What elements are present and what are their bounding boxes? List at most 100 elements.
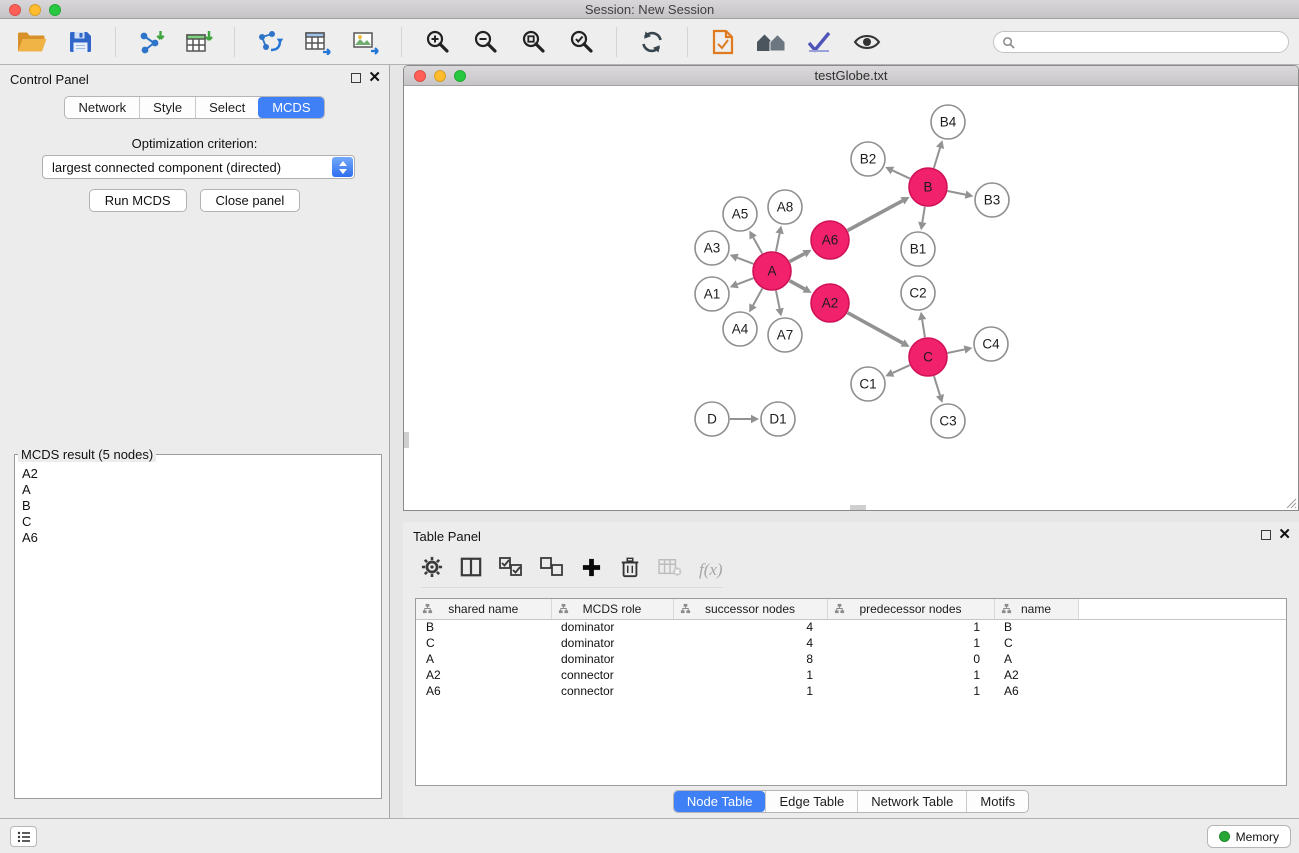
network-zoom-button[interactable] <box>454 70 466 82</box>
table-cell[interactable]: 1 <box>827 683 994 699</box>
export-image-button[interactable] <box>348 25 384 59</box>
table-cell[interactable]: B <box>994 619 1078 635</box>
network-canvas[interactable]: B4B2BB3A5A8A6B1A3AC2A1A2A4A7C4CC1C3DD1 <box>404 87 1298 510</box>
home-button[interactable] <box>753 25 789 59</box>
network-close-button[interactable] <box>414 70 426 82</box>
graph-node-B4[interactable]: B4 <box>931 105 965 139</box>
table-cell[interactable]: dominator <box>551 635 673 651</box>
graph-edge-C-C3[interactable] <box>934 376 940 395</box>
tab-network-table[interactable]: Network Table <box>857 791 966 812</box>
graph-node-D[interactable]: D <box>695 402 729 436</box>
graph-edge-B-B4[interactable] <box>934 148 940 168</box>
style-check-button[interactable] <box>801 25 837 59</box>
tab-mcds[interactable]: MCDS <box>258 97 323 118</box>
column-header-mcds-role[interactable]: MCDS role <box>551 599 673 619</box>
float-panel-button[interactable] <box>351 73 361 83</box>
mcds-result-item[interactable]: B <box>22 498 374 514</box>
table-cell[interactable]: connector <box>551 683 673 699</box>
column-header-successor-nodes[interactable]: successor nodes <box>673 599 827 619</box>
graph-edge-B-B1[interactable] <box>922 207 925 223</box>
graph-edge-A-A2[interactable] <box>790 281 805 289</box>
resize-corner-icon[interactable] <box>1285 497 1297 509</box>
close-panel-icon[interactable]: ✕ <box>368 69 381 87</box>
mcds-result-item[interactable]: A6 <box>22 530 374 546</box>
graph-node-B3[interactable]: B3 <box>975 183 1009 217</box>
table-row[interactable]: Bdominator41B <box>416 619 1286 635</box>
table-cell[interactable]: 8 <box>673 651 827 667</box>
close-table-panel-icon[interactable]: ✕ <box>1278 526 1291 544</box>
run-mcds-button[interactable]: Run MCDS <box>89 189 187 212</box>
mcds-result-item[interactable]: A2 <box>22 466 374 482</box>
criterion-dropdown[interactable]: largest connected component (directed) <box>42 155 355 179</box>
table-cell[interactable]: 1 <box>673 667 827 683</box>
search-box[interactable] <box>993 31 1289 53</box>
close-panel-button[interactable]: Close panel <box>200 189 301 212</box>
import-table-button[interactable] <box>181 25 217 59</box>
graph-edge-A-A6[interactable] <box>790 254 805 262</box>
graph-node-A4[interactable]: A4 <box>723 312 757 346</box>
graph-edge-C-C2[interactable] <box>922 320 925 338</box>
graph-edge-A2-C[interactable] <box>848 313 903 343</box>
graph-node-A[interactable]: A <box>753 252 791 290</box>
graph-node-A6[interactable]: A6 <box>811 221 849 259</box>
graph-node-D1[interactable]: D1 <box>761 402 795 436</box>
graph-node-A7[interactable]: A7 <box>768 318 802 352</box>
graph-edge-A-A8[interactable] <box>776 233 780 251</box>
minimize-window-button[interactable] <box>29 4 41 16</box>
graph-node-A8[interactable]: A8 <box>768 190 802 224</box>
table-cell[interactable]: 1 <box>827 667 994 683</box>
delete-column-button[interactable] <box>619 556 641 584</box>
close-window-button[interactable] <box>9 4 21 16</box>
graph-edge-B-B2[interactable] <box>892 170 909 178</box>
network-minimize-button[interactable] <box>434 70 446 82</box>
column-header-shared-name[interactable]: shared name <box>416 599 551 619</box>
eye-button[interactable] <box>849 25 885 59</box>
annotation-document-button[interactable] <box>705 25 741 59</box>
graph-node-B[interactable]: B <box>909 168 947 206</box>
memory-button[interactable]: Memory <box>1207 825 1291 848</box>
graph-edge-A-A5[interactable] <box>753 238 762 254</box>
graph-node-A5[interactable]: A5 <box>723 197 757 231</box>
save-session-button[interactable] <box>62 25 98 59</box>
zoom-fit-button[interactable] <box>515 25 551 59</box>
table-cell[interactable]: A6 <box>416 683 551 699</box>
table-cell[interactable]: 0 <box>827 651 994 667</box>
canvas-handle[interactable] <box>404 432 409 448</box>
graph-edge-A-A3[interactable] <box>737 258 753 264</box>
table-cell[interactable]: C <box>994 635 1078 651</box>
graph-edge-C-C4[interactable] <box>948 349 965 353</box>
zoom-window-button[interactable] <box>49 4 61 16</box>
table-row[interactable]: A6connector11A6 <box>416 683 1286 699</box>
float-table-panel-button[interactable] <box>1261 530 1271 540</box>
table-cell[interactable]: 1 <box>673 683 827 699</box>
graph-edge-C-C1[interactable] <box>893 365 910 373</box>
table-cell[interactable]: C <box>416 635 551 651</box>
tab-network[interactable]: Network <box>65 97 139 118</box>
select-all-button[interactable] <box>499 557 523 582</box>
table-cell[interactable]: A <box>994 651 1078 667</box>
table-row[interactable]: A2connector11A2 <box>416 667 1286 683</box>
graph-node-C2[interactable]: C2 <box>901 276 935 310</box>
table-cell[interactable]: dominator <box>551 651 673 667</box>
graph-edge-A-A4[interactable] <box>753 289 762 306</box>
mcds-result-item[interactable]: C <box>22 514 374 530</box>
graph-node-B2[interactable]: B2 <box>851 142 885 176</box>
graph-node-A3[interactable]: A3 <box>695 231 729 265</box>
column-header-predecessor-nodes[interactable]: predecessor nodes <box>827 599 994 619</box>
import-network-button[interactable] <box>133 25 169 59</box>
graph-node-B1[interactable]: B1 <box>901 232 935 266</box>
column-header-name[interactable]: name <box>994 599 1078 619</box>
graph-node-A2[interactable]: A2 <box>811 284 849 322</box>
table-cell[interactable]: A <box>416 651 551 667</box>
table-cell[interactable]: A2 <box>994 667 1078 683</box>
canvas-handle[interactable] <box>850 505 866 510</box>
table-cell[interactable]: A6 <box>994 683 1078 699</box>
graph-node-C3[interactable]: C3 <box>931 404 965 438</box>
table-row[interactable]: Adominator80A <box>416 651 1286 667</box>
table-cell[interactable]: B <box>416 619 551 635</box>
table-cell[interactable]: A2 <box>416 667 551 683</box>
panel-list-button[interactable] <box>10 826 37 847</box>
tab-style[interactable]: Style <box>139 97 195 118</box>
graph-edge-A-A7[interactable] <box>776 291 780 309</box>
search-input[interactable] <box>1020 35 1280 49</box>
